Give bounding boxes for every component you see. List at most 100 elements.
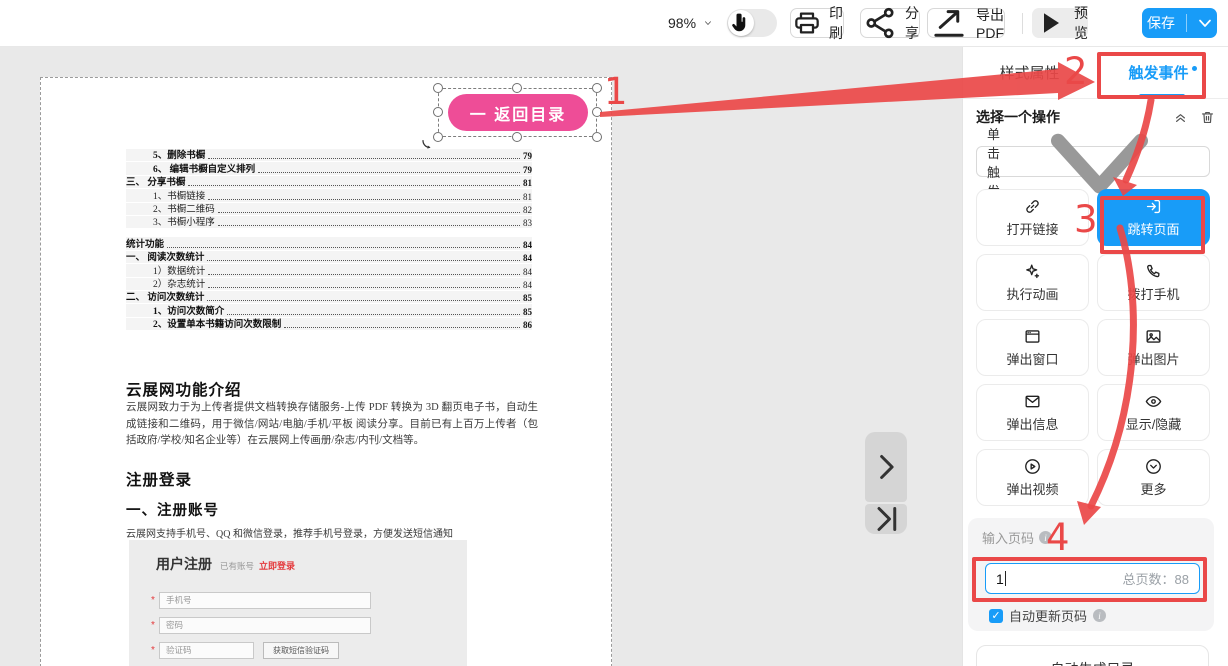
toc-leader-dots	[208, 199, 520, 200]
toc-entry-page: 82	[523, 205, 532, 215]
toc-entry: 3、书橱小程序 83	[126, 216, 532, 228]
action-tile-label: 跳转页面	[1127, 219, 1179, 238]
toc-leader-dots	[258, 172, 520, 173]
toc-entry: 三、 分享书橱 81	[126, 176, 532, 188]
action-tile-label: 弹出窗口	[1006, 349, 1058, 368]
toc-leader-dots	[167, 247, 520, 248]
required-asterisk: *	[151, 595, 159, 606]
action-tile[interactable]: 打开链接	[976, 189, 1089, 246]
page-number-panel: 输入页码 i 1 总页数：88 ✓ 自动更新页码 i	[968, 518, 1214, 631]
password-field: 密码	[159, 617, 371, 634]
selection-handle-e[interactable]	[592, 107, 602, 117]
flipbook-editor-app: 98% 印刷 分享 导出PDF 预览 保存	[0, 0, 1228, 666]
total-pages-label: 总页数：88	[1123, 569, 1189, 588]
selection-handle-n[interactable]	[512, 83, 522, 93]
toc-leader-dots	[207, 260, 520, 261]
rotate-icon	[420, 138, 438, 156]
selection-handle-nw[interactable]	[433, 83, 443, 93]
toc-entry-label: 1）数据统计	[153, 263, 205, 277]
hand-mode-toggle[interactable]	[727, 9, 777, 37]
toc-entry-page: 83	[523, 218, 532, 228]
selection-handle-w[interactable]	[433, 107, 443, 117]
zoom-level-dropdown[interactable]: 98%	[668, 8, 714, 38]
info-icon: i	[1039, 531, 1052, 544]
toc-leader-dots	[218, 212, 520, 213]
trash-icon	[1199, 109, 1216, 126]
toc-entry-label: 二、 访问次数统计	[126, 289, 204, 303]
required-asterisk: *	[151, 620, 159, 631]
jump-page-icon	[1144, 197, 1163, 216]
action-tile[interactable]: 弹出信息	[976, 384, 1089, 441]
toc-leader-dots	[284, 327, 520, 328]
rotate-handle-icon[interactable]	[420, 138, 438, 156]
selection-handle-s[interactable]	[512, 132, 522, 142]
chevron-down-icon	[702, 17, 714, 29]
toc-leader-dots	[188, 185, 520, 186]
printer-icon	[791, 7, 823, 39]
toc-entry-page: 84	[523, 280, 532, 290]
toc-entry: 一、 阅读次数统计 84	[126, 251, 532, 263]
toc-entry: 统计功能 84	[126, 237, 532, 249]
sparkle-icon	[1023, 262, 1042, 281]
toc-entry-page: 79	[523, 165, 532, 175]
toc-entry-page: 85	[523, 307, 532, 317]
toc-entry: 5、删除书橱 79	[126, 149, 532, 161]
action-tile[interactable]: 执行动画	[976, 254, 1089, 311]
auto-generate-toc-button[interactable]: 自动生成目录	[976, 645, 1209, 666]
toc-entry: 二、 访问次数统计 85	[126, 291, 532, 303]
action-tile[interactable]: 弹出图片	[1097, 319, 1210, 376]
zoom-level-value: 98%	[668, 15, 696, 31]
selection-handle-ne[interactable]	[592, 83, 602, 93]
save-button[interactable]: 保存	[1142, 8, 1217, 38]
action-tile-label: 弹出图片	[1127, 349, 1179, 368]
action-tile[interactable]: 显示/隐藏	[1097, 384, 1210, 441]
page-number-label: 输入页码	[982, 528, 1034, 547]
toc-entry-label: 一、 阅读次数统计	[126, 249, 204, 263]
toc-entry-page: 85	[523, 293, 532, 303]
trigger-type-select[interactable]: 单击触发	[976, 146, 1210, 177]
phone-icon	[1144, 262, 1163, 281]
last-page-icon	[865, 498, 907, 540]
share-button[interactable]: 分享	[860, 8, 920, 38]
action-tile[interactable]: 跳转页面	[1097, 189, 1210, 246]
get-sms-code-button: 获取短信验证码	[263, 642, 339, 659]
action-tile[interactable]: 更多	[1097, 449, 1210, 506]
toc-entry-label: 1、访问次数简介	[153, 303, 224, 317]
page-number-input[interactable]: 1 总页数：88	[985, 563, 1200, 594]
save-dropdown-caret[interactable]	[1193, 11, 1217, 35]
auto-update-checkbox[interactable]: ✓	[989, 609, 1003, 623]
toc-leader-dots	[207, 300, 520, 301]
action-tile-label: 拨打手机	[1127, 284, 1179, 303]
next-page-button[interactable]	[865, 432, 907, 502]
window-icon	[1023, 327, 1042, 346]
preview-button[interactable]: 预览	[1032, 8, 1088, 38]
toc-entry-page: 86	[523, 320, 532, 330]
export-pdf-button[interactable]: 导出PDF	[927, 8, 1005, 38]
have-account-text: 已有账号	[220, 560, 254, 572]
toggle-knob	[728, 10, 754, 36]
toc-entry-label: 6、 编辑书橱自定义排列	[153, 161, 255, 175]
toc-entry-label: 3、书橱小程序	[153, 214, 215, 228]
action-tile[interactable]: 弹出窗口	[976, 319, 1089, 376]
selection-handle-se[interactable]	[592, 132, 602, 142]
action-tile[interactable]: 拨打手机	[1097, 254, 1210, 311]
delete-action-icon[interactable]	[1199, 109, 1216, 126]
back-to-toc-button[interactable]: 一 返回目录	[448, 94, 588, 131]
play-circle-icon	[1023, 457, 1042, 476]
action-tile-label: 弹出视频	[1006, 479, 1058, 498]
toc-entry-label: 2、书橱二维码	[153, 201, 215, 215]
intro-heading: 云展网功能介绍	[126, 378, 242, 400]
hand-icon	[728, 10, 754, 36]
toc-entry: 1、访问次数简介 85	[126, 304, 532, 316]
toc-entry-label: 2）杂志统计	[153, 276, 205, 290]
phone-field: 手机号	[159, 592, 371, 609]
last-page-button[interactable]	[865, 504, 907, 534]
print-button[interactable]: 印刷	[790, 8, 844, 38]
action-tile[interactable]: 弹出视频	[976, 449, 1089, 506]
toc-leader-dots	[208, 274, 520, 275]
properties-sidebar: 样式属性 触发事件 选择一个操作 单击触发 打开链接	[962, 47, 1228, 666]
intro-paragraph: 云展网致力于为上传者提供文档转换存储服务-上传 PDF 转换为 3D 翻页电子书…	[126, 400, 538, 450]
toc-entry-label: 5、删除书橱	[153, 147, 205, 161]
toc: 5、删除书橱 79 6、 编辑书橱自定义排列 79 三、 分享书橱 81	[126, 149, 532, 331]
text-cursor	[1005, 571, 1006, 586]
